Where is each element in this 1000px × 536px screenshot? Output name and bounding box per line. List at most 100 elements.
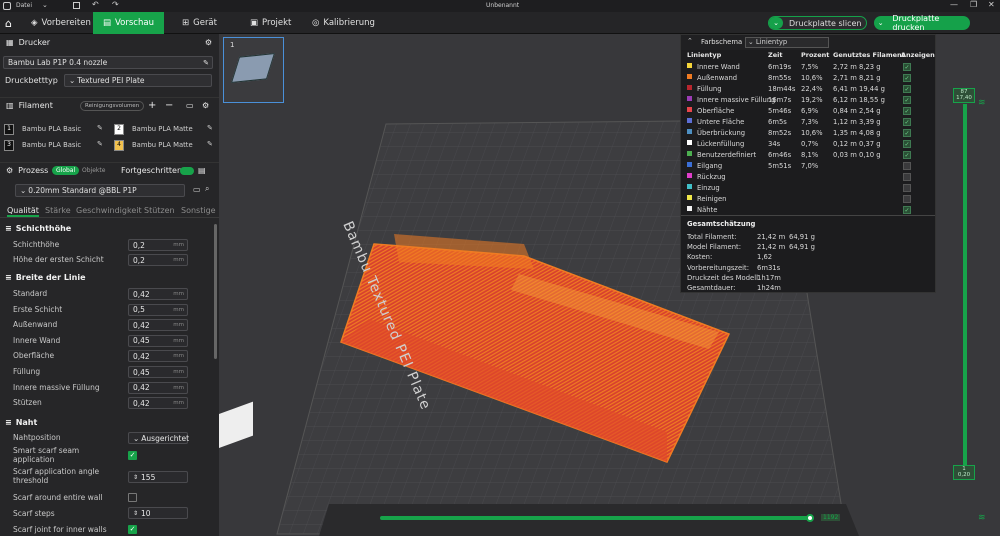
- objects-toggle[interactable]: Objekte: [82, 167, 105, 174]
- undo-icon[interactable]: ↶: [92, 0, 99, 9]
- remove-filament-icon[interactable]: −: [165, 100, 173, 111]
- filament-slot-3[interactable]: 3 Bambu PLA Basic ✎: [4, 140, 108, 152]
- legend-show-checkbox[interactable]: ✓: [903, 74, 911, 82]
- filament-slot-2[interactable]: 2 Bambu PLA Matte ✎: [114, 124, 218, 136]
- legend-show-checkbox[interactable]: ✓: [903, 85, 911, 93]
- line-width-input[interactable]: 0,42 mm: [128, 288, 188, 300]
- move-slider-track[interactable]: [380, 516, 810, 520]
- settings-scrollbar[interactable]: [214, 224, 217, 359]
- chevron-down-icon[interactable]: ⌄: [42, 1, 48, 9]
- tab-quality[interactable]: Qualität: [7, 206, 39, 217]
- estimate-value-a: 1h17m: [757, 273, 781, 282]
- process-preset-select[interactable]: ⌄ 0.20mm Standard @BBL P1P: [15, 184, 185, 197]
- add-filament-icon[interactable]: +: [148, 100, 156, 111]
- scarf-inner-checkbox[interactable]: ✓: [128, 525, 137, 534]
- legend-show-checkbox[interactable]: ✓: [903, 206, 911, 214]
- save-icon[interactable]: [73, 2, 80, 9]
- scarf-entire-checkbox[interactable]: [128, 493, 137, 502]
- legend-swatch: [687, 195, 692, 200]
- legend-show-checkbox[interactable]: ✓: [903, 140, 911, 148]
- legend-show-checkbox[interactable]: ✓: [903, 129, 911, 137]
- tab-project-label: Projekt: [262, 17, 292, 28]
- layers-icon: ▤: [103, 17, 112, 28]
- legend-show-checkbox[interactable]: ✓: [903, 162, 911, 170]
- legend-show-checkbox[interactable]: ✓: [903, 96, 911, 104]
- layer-slider[interactable]: 87 17,40 1 0,20: [953, 88, 975, 488]
- edit-filament-icon[interactable]: ✎: [97, 140, 103, 148]
- search-icon[interactable]: ⌕: [205, 184, 209, 194]
- filament-sync-icon[interactable]: ▭: [186, 101, 194, 110]
- first-layer-height-input[interactable]: 0,2 mm: [128, 254, 188, 266]
- line-width-input[interactable]: 0,5 mm: [128, 303, 188, 316]
- tab-others[interactable]: Sonstige: [181, 206, 216, 215]
- line-width-input[interactable]: 0,45 mm: [128, 366, 188, 378]
- first-layer-height-label: Höhe der ersten Schicht: [13, 255, 104, 264]
- file-menu[interactable]: Datei: [16, 2, 32, 9]
- legend-show-checkbox[interactable]: ✓: [903, 184, 911, 192]
- plate-type-label: Druckbetttyp: [5, 76, 58, 85]
- print-plate-button[interactable]: ⌄ Druckplatte drucken: [874, 14, 970, 32]
- line-width-input[interactable]: 0,42 mm: [128, 381, 188, 394]
- legend-show-checkbox[interactable]: ✓: [903, 151, 911, 159]
- edit-filament-icon[interactable]: ✎: [97, 124, 103, 132]
- scarf-threshold-input[interactable]: ⇕ 155: [128, 471, 188, 483]
- restore-icon[interactable]: ❐: [970, 0, 977, 9]
- layer-stack-icon[interactable]: ≋: [978, 98, 986, 108]
- legend-show-checkbox[interactable]: ✓: [903, 195, 911, 203]
- filament-slot-1[interactable]: 1 Bambu PLA Basic ✎: [4, 124, 108, 136]
- stepper-icon[interactable]: ⇕: [133, 474, 138, 481]
- legend-show-checkbox[interactable]: ✓: [903, 118, 911, 126]
- legend-show-checkbox[interactable]: ✓: [903, 173, 911, 181]
- line-width-input[interactable]: 0,42 mm: [128, 350, 188, 363]
- tab-support[interactable]: Stützen: [144, 206, 175, 215]
- tab-strength[interactable]: Stärke: [45, 206, 71, 215]
- edit-filament-icon[interactable]: ✎: [207, 140, 213, 148]
- layer-slider-track[interactable]: [963, 104, 967, 466]
- slice-plate-button[interactable]: ⌄ Druckplatte slicen: [768, 16, 867, 30]
- stepper-icon[interactable]: ⇕: [133, 510, 138, 517]
- print-dropdown-icon[interactable]: ⌄: [874, 17, 887, 29]
- global-toggle[interactable]: Global: [52, 166, 80, 175]
- legend-show-checkbox[interactable]: ✓: [903, 107, 911, 115]
- filament-settings-icon[interactable]: ⚙: [202, 101, 209, 110]
- home-icon[interactable]: ⌂: [5, 17, 12, 30]
- line-width-header: ≡ Breite der Linie: [0, 270, 214, 284]
- advanced-switch[interactable]: [180, 166, 194, 175]
- tab-calibration[interactable]: ◎ Kalibrierung: [302, 12, 385, 34]
- collapse-icon[interactable]: ⌃: [687, 37, 693, 45]
- slice-dropdown-icon[interactable]: ⌄: [769, 17, 783, 29]
- plate-thumbnail[interactable]: 1: [223, 37, 284, 103]
- purge-volume-button[interactable]: Reinigungsvolumen: [80, 100, 145, 111]
- tab-preview[interactable]: ▤ Vorschau: [93, 11, 164, 34]
- line-width-input[interactable]: 0,45 mm: [128, 334, 188, 347]
- smart-scarf-checkbox[interactable]: ✓: [128, 451, 137, 460]
- line-width-value: 0,45: [133, 367, 150, 377]
- layer-settings-icon[interactable]: ≋: [978, 513, 986, 523]
- layer-height-input[interactable]: 0,2 mm: [128, 239, 188, 251]
- move-slider-handle[interactable]: [806, 514, 814, 522]
- plate-type-select[interactable]: ⌄ Textured PEI Plate: [64, 74, 212, 87]
- close-icon[interactable]: ✕: [988, 0, 995, 9]
- line-width-input[interactable]: 0,42 mm: [128, 397, 188, 410]
- filament-slot-4[interactable]: 4 Bambu PLA Matte ✎: [114, 140, 218, 152]
- printer-select[interactable]: Bambu Lab P1P 0.4 nozzle ✎: [3, 56, 213, 69]
- printer-settings-icon[interactable]: ⚙: [205, 38, 212, 47]
- redo-icon[interactable]: ↷: [112, 0, 119, 9]
- legend-show-checkbox[interactable]: ✓: [903, 63, 911, 71]
- edit-printer-icon[interactable]: ✎: [203, 59, 209, 67]
- plate-number: 1: [230, 41, 235, 49]
- tab-project[interactable]: ▣ Projekt: [240, 12, 301, 34]
- save-preset-icon[interactable]: ▭: [193, 185, 201, 194]
- line-width-input[interactable]: 0,42 mm: [128, 319, 188, 332]
- minimize-icon[interactable]: —: [950, 0, 958, 9]
- tab-speed[interactable]: Geschwindigkeit: [76, 206, 142, 215]
- compare-icon[interactable]: ▤: [198, 166, 206, 175]
- scarf-steps-input[interactable]: ⇕ 10: [128, 507, 188, 519]
- move-slider[interactable]: 1192: [380, 514, 841, 522]
- tab-device[interactable]: ⊞ Gerät: [172, 12, 227, 34]
- seam-position-select[interactable]: ⌄ Ausgerichtet: [128, 432, 189, 444]
- tab-prepare[interactable]: ◈ Vorbereiten: [21, 12, 101, 34]
- color-scheme-select[interactable]: ⌄ Linientyp: [745, 37, 829, 48]
- edit-filament-icon[interactable]: ✎: [207, 124, 213, 132]
- legend-percent: 7,5%: [801, 63, 819, 71]
